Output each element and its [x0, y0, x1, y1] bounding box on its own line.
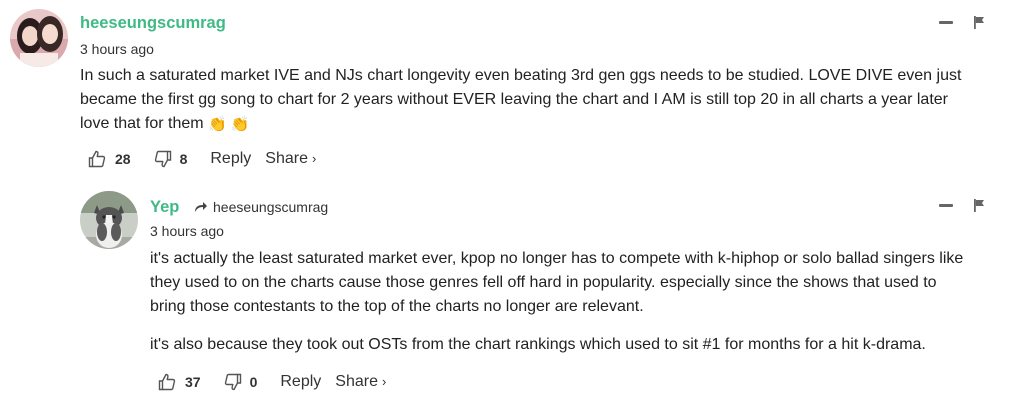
comment-line-last: love that for them 👏 👏: [80, 112, 1010, 136]
comment-line: love that for them: [80, 115, 204, 132]
comment-line: bring those contestants to the top of th…: [150, 298, 644, 315]
thumbs-up-icon: [158, 373, 176, 391]
upvote-count: 37: [185, 374, 201, 390]
reply-to-link[interactable]: heeseungscumrag: [194, 199, 328, 215]
comment-line: In such a saturated market IVE and NJs c…: [80, 67, 962, 84]
comment-body: In such a saturated market IVE and NJs c…: [80, 64, 1010, 136]
share-button[interactable]: Share ›: [265, 150, 316, 168]
clapping-hands-emoji: 👏 👏: [208, 116, 250, 133]
user-avatar-photo: [10, 9, 68, 67]
reply-button[interactable]: Reply: [210, 150, 251, 168]
avatar[interactable]: [10, 9, 68, 67]
comment-actions: 28 8 Reply Share ›: [88, 148, 316, 170]
chevron-right-icon: ›: [311, 151, 317, 166]
comment-controls: [939, 16, 985, 29]
downvote-button[interactable]: 8: [154, 150, 188, 168]
comment-line: they used to on the charts cause those g…: [150, 274, 937, 291]
thumbs-down-icon: [154, 150, 171, 168]
flag-icon[interactable]: [973, 16, 985, 29]
downvote-count: 8: [179, 151, 188, 167]
comment-body: it's actually the least saturated market…: [150, 247, 1010, 357]
reply-button[interactable]: Reply: [280, 373, 321, 391]
collapse-icon[interactable]: [939, 21, 953, 24]
avatar[interactable]: [80, 191, 138, 249]
share-label: Share: [335, 373, 378, 390]
reply-to-username: heeseungscumrag: [213, 199, 329, 215]
flag-icon[interactable]: [973, 199, 985, 212]
thumbs-down-icon: [224, 373, 241, 391]
reply-arrow-icon: [195, 202, 207, 212]
chevron-right-icon: ›: [381, 374, 387, 389]
comment-paragraph: it's also because they took out OSTs fro…: [150, 336, 926, 353]
comment-timestamp[interactable]: 3 hours ago: [150, 223, 224, 239]
share-label: Share: [265, 150, 308, 167]
collapse-icon[interactable]: [939, 204, 953, 207]
comment-line: it's actually the least saturated market…: [150, 250, 964, 267]
comment-controls: [939, 199, 985, 212]
cat-avatar-photo: [80, 191, 138, 249]
comment-timestamp[interactable]: 3 hours ago: [80, 41, 154, 57]
comment-line: became the first gg song to chart for 2 …: [80, 91, 948, 108]
thumbs-up-icon: [88, 150, 106, 168]
comment-username[interactable]: Yep: [150, 198, 179, 217]
share-button[interactable]: Share ›: [335, 373, 386, 391]
upvote-button[interactable]: 28: [88, 150, 131, 168]
downvote-button[interactable]: 0: [224, 373, 258, 391]
comment-actions: 37 0 Reply Share ›: [158, 371, 386, 393]
comment-username[interactable]: heeseungscumrag: [80, 14, 226, 33]
upvote-count: 28: [115, 151, 131, 167]
upvote-button[interactable]: 37: [158, 373, 201, 391]
downvote-count: 0: [249, 374, 258, 390]
comment-paragraph: it's actually the least saturated market…: [150, 247, 1010, 319]
